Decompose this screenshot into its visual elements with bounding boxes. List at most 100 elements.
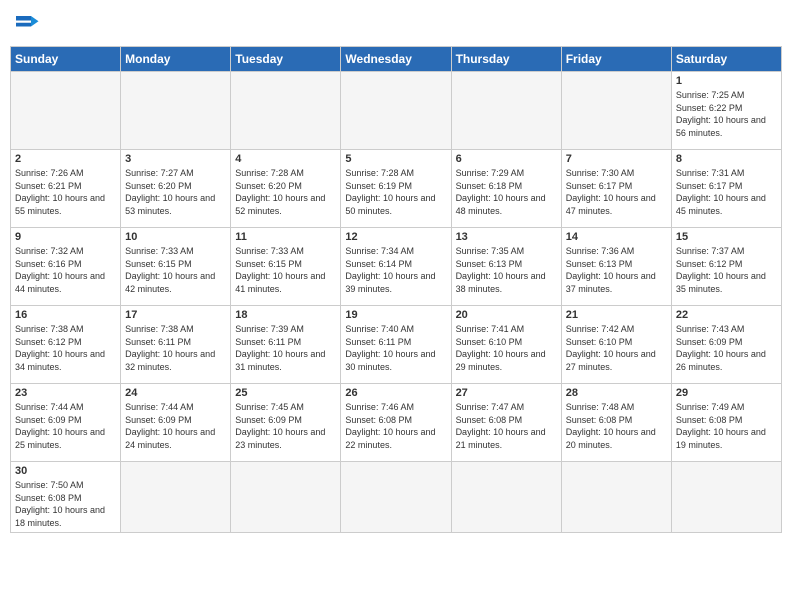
calendar-cell: 13 Sunrise: 7:35 AM Sunset: 6:13 PM Dayli…	[451, 228, 561, 306]
day-number: 29	[676, 387, 777, 399]
calendar-cell: 5Sunrise: 7:28 AM Sunset: 6:19 PM Daylig…	[341, 150, 451, 228]
day-number: 8	[676, 153, 777, 165]
calendar-cell	[451, 72, 561, 150]
day-number: 14	[566, 231, 667, 243]
day-info: Sunrise: 7:39 AM Sunset: 6:11 PM Dayligh…	[235, 323, 336, 373]
calendar-cell: 9 Sunrise: 7:32 AM Sunset: 6:16 PM Daylig…	[11, 228, 121, 306]
day-number: 11	[235, 231, 336, 243]
calendar-cell: 15 Sunrise: 7:37 AM Sunset: 6:12 PM Dayli…	[671, 228, 781, 306]
day-number: 20	[456, 309, 557, 321]
day-number: 21	[566, 309, 667, 321]
day-info: Sunrise: 7:33 AM Sunset: 6:15 PM Dayligh…	[235, 245, 336, 295]
day-info: Sunrise: 7:35 AM Sunset: 6:13 PM Dayligh…	[456, 245, 557, 295]
day-number: 23	[15, 387, 116, 399]
day-info: Sunrise: 7:44 AM Sunset: 6:09 PM Dayligh…	[15, 401, 116, 451]
calendar-cell: 10 Sunrise: 7:33 AM Sunset: 6:15 PM Dayli…	[121, 228, 231, 306]
day-info: Sunrise: 7:27 AM Sunset: 6:20 PM Dayligh…	[125, 167, 226, 217]
day-number: 27	[456, 387, 557, 399]
logo-icon	[10, 10, 40, 40]
day-info: Sunrise: 7:43 AM Sunset: 6:09 PM Dayligh…	[676, 323, 777, 373]
day-number: 15	[676, 231, 777, 243]
day-info: Sunrise: 7:31 AM Sunset: 6:17 PM Dayligh…	[676, 167, 777, 217]
day-header: Wednesday	[341, 47, 451, 72]
calendar-cell: 27Sunrise: 7:47 AM Sunset: 6:08 PM Dayli…	[451, 384, 561, 462]
week-row: 30 Sunrise: 7:50 AM Sunset: 6:08 PM Dayli…	[11, 462, 782, 533]
day-info: Sunrise: 7:48 AM Sunset: 6:08 PM Dayligh…	[566, 401, 667, 451]
calendar-cell: 26 Sunrise: 7:46 AM Sunset: 6:08 PM Dayli…	[341, 384, 451, 462]
day-number: 19	[345, 309, 446, 321]
calendar-cell	[561, 72, 671, 150]
calendar-cell	[231, 72, 341, 150]
week-row: 2 Sunrise: 7:26 AM Sunset: 6:21 PM Daylig…	[11, 150, 782, 228]
day-number: 26	[345, 387, 446, 399]
day-header: Saturday	[671, 47, 781, 72]
calendar-cell: 30 Sunrise: 7:50 AM Sunset: 6:08 PM Dayli…	[11, 462, 121, 533]
day-number: 2	[15, 153, 116, 165]
day-number: 16	[15, 309, 116, 321]
calendar-cell: 8 Sunrise: 7:31 AM Sunset: 6:17 PM Daylig…	[671, 150, 781, 228]
day-info: Sunrise: 7:46 AM Sunset: 6:08 PM Dayligh…	[345, 401, 446, 451]
day-info: Sunrise: 7:33 AM Sunset: 6:15 PM Dayligh…	[125, 245, 226, 295]
calendar-cell: 7 Sunrise: 7:30 AM Sunset: 6:17 PM Daylig…	[561, 150, 671, 228]
day-info: Sunrise: 7:25 AM Sunset: 6:22 PM Dayligh…	[676, 89, 777, 139]
day-info: Sunrise: 7:44 AM Sunset: 6:09 PM Dayligh…	[125, 401, 226, 451]
calendar-cell: 24 Sunrise: 7:44 AM Sunset: 6:09 PM Dayli…	[121, 384, 231, 462]
calendar-cell: 16Sunrise: 7:38 AM Sunset: 6:12 PM Dayli…	[11, 306, 121, 384]
day-number: 3	[125, 153, 226, 165]
header-row: SundayMondayTuesdayWednesdayThursdayFrid…	[11, 47, 782, 72]
day-number: 9	[15, 231, 116, 243]
day-header: Sunday	[11, 47, 121, 72]
calendar-cell: 18 Sunrise: 7:39 AM Sunset: 6:11 PM Dayli…	[231, 306, 341, 384]
day-header: Tuesday	[231, 47, 341, 72]
calendar-cell: 25 Sunrise: 7:45 AM Sunset: 6:09 PM Dayli…	[231, 384, 341, 462]
day-info: Sunrise: 7:32 AM Sunset: 6:16 PM Dayligh…	[15, 245, 116, 295]
calendar-cell: 6Sunrise: 7:29 AM Sunset: 6:18 PM Daylig…	[451, 150, 561, 228]
calendar-cell: 22 Sunrise: 7:43 AM Sunset: 6:09 PM Dayli…	[671, 306, 781, 384]
day-number: 24	[125, 387, 226, 399]
calendar-cell: 12Sunrise: 7:34 AM Sunset: 6:14 PM Dayli…	[341, 228, 451, 306]
day-number: 13	[456, 231, 557, 243]
calendar-cell: 21 Sunrise: 7:42 AM Sunset: 6:10 PM Dayli…	[561, 306, 671, 384]
calendar-cell: 23 Sunrise: 7:44 AM Sunset: 6:09 PM Dayli…	[11, 384, 121, 462]
calendar-cell	[341, 462, 451, 533]
day-number: 5	[345, 153, 446, 165]
day-info: Sunrise: 7:50 AM Sunset: 6:08 PM Dayligh…	[15, 479, 116, 529]
calendar-cell	[121, 72, 231, 150]
day-number: 28	[566, 387, 667, 399]
day-number: 18	[235, 309, 336, 321]
calendar-cell	[671, 462, 781, 533]
day-info: Sunrise: 7:30 AM Sunset: 6:17 PM Dayligh…	[566, 167, 667, 217]
day-info: Sunrise: 7:42 AM Sunset: 6:10 PM Dayligh…	[566, 323, 667, 373]
day-info: Sunrise: 7:49 AM Sunset: 6:08 PM Dayligh…	[676, 401, 777, 451]
week-row: 16Sunrise: 7:38 AM Sunset: 6:12 PM Dayli…	[11, 306, 782, 384]
calendar-cell: 3 Sunrise: 7:27 AM Sunset: 6:20 PM Daylig…	[121, 150, 231, 228]
day-number: 4	[235, 153, 336, 165]
week-row: 1 Sunrise: 7:25 AM Sunset: 6:22 PM Daylig…	[11, 72, 782, 150]
calendar-cell: 4Sunrise: 7:28 AM Sunset: 6:20 PM Daylig…	[231, 150, 341, 228]
day-info: Sunrise: 7:29 AM Sunset: 6:18 PM Dayligh…	[456, 167, 557, 217]
day-number: 1	[676, 75, 777, 87]
calendar-cell: 1 Sunrise: 7:25 AM Sunset: 6:22 PM Daylig…	[671, 72, 781, 150]
calendar-cell	[231, 462, 341, 533]
day-info: Sunrise: 7:26 AM Sunset: 6:21 PM Dayligh…	[15, 167, 116, 217]
week-row: 23 Sunrise: 7:44 AM Sunset: 6:09 PM Dayli…	[11, 384, 782, 462]
day-info: Sunrise: 7:37 AM Sunset: 6:12 PM Dayligh…	[676, 245, 777, 295]
day-header: Thursday	[451, 47, 561, 72]
calendar-cell: 17Sunrise: 7:38 AM Sunset: 6:11 PM Dayli…	[121, 306, 231, 384]
day-info: Sunrise: 7:36 AM Sunset: 6:13 PM Dayligh…	[566, 245, 667, 295]
day-number: 22	[676, 309, 777, 321]
day-number: 10	[125, 231, 226, 243]
day-number: 7	[566, 153, 667, 165]
day-info: Sunrise: 7:41 AM Sunset: 6:10 PM Dayligh…	[456, 323, 557, 373]
calendar-cell	[121, 462, 231, 533]
calendar-cell: 29 Sunrise: 7:49 AM Sunset: 6:08 PM Dayli…	[671, 384, 781, 462]
day-number: 30	[15, 465, 116, 477]
page: SundayMondayTuesdayWednesdayThursdayFrid…	[0, 0, 792, 612]
calendar-cell: 19 Sunrise: 7:40 AM Sunset: 6:11 PM Dayli…	[341, 306, 451, 384]
day-info: Sunrise: 7:40 AM Sunset: 6:11 PM Dayligh…	[345, 323, 446, 373]
day-header: Friday	[561, 47, 671, 72]
calendar-cell: 20 Sunrise: 7:41 AM Sunset: 6:10 PM Dayli…	[451, 306, 561, 384]
day-info: Sunrise: 7:45 AM Sunset: 6:09 PM Dayligh…	[235, 401, 336, 451]
header	[10, 10, 782, 40]
day-number: 25	[235, 387, 336, 399]
